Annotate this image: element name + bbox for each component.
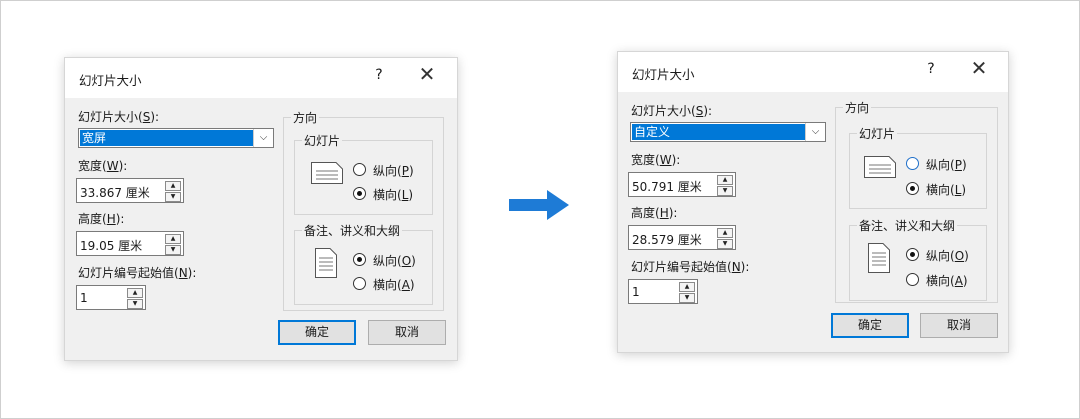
arrow-right-icon [509,190,569,220]
slides-portrait-label: 纵向(P) [373,164,414,178]
slides-landscape-radio[interactable] [353,187,366,200]
notes-landscape-radio[interactable] [906,273,919,286]
slides-portrait-radio[interactable] [906,157,919,170]
size-label: 幻灯片大小(S): [631,104,713,118]
slides-landscape-radio[interactable] [906,182,919,195]
number-down-icon[interactable]: ▼ [127,299,143,309]
notes-portrait-label: 纵向(O) [926,249,969,263]
slides-landscape-label: 横向(L) [373,188,414,202]
height-value: 19.05 厘米 [80,239,143,253]
help-button[interactable]: ? [921,61,941,77]
portrait-page-icon [868,243,890,273]
dialog-title: 幻灯片大小 [632,67,695,82]
width-up-icon[interactable]: ▲ [165,181,181,191]
width-value: 33.867 厘米 [80,186,150,200]
slides-orientation-group: 幻灯片 纵向(P) 横向(L) [849,125,987,209]
notes-portrait-radio[interactable] [906,248,919,261]
ok-button[interactable]: 确定 [278,320,356,345]
number-up-icon[interactable]: ▲ [127,288,143,298]
chevron-down-icon[interactable]: ⌵ [253,129,273,147]
size-label: 幻灯片大小(S): [78,110,160,124]
height-value: 28.579 厘米 [632,233,702,247]
cancel-button[interactable]: 取消 [368,320,446,345]
landscape-page-icon [864,156,896,178]
slides-orientation-group: 幻灯片 纵向(P) 横向(L) [294,132,433,215]
title-bar: 幻灯片大小 ? ✕ [65,58,457,98]
dialog-title: 幻灯片大小 [79,73,142,88]
orientation-title: 方向 [843,99,872,116]
width-up-icon[interactable]: ▲ [717,175,733,185]
notes-orientation-group: 备注、讲义和大纲 纵向(O) 横向(A) [849,217,987,301]
slide-size-dialog-after: 幻灯片大小 ? ✕ 幻灯片大小(S): 自定义 ⌵ 宽度(W): 50.791 … [617,51,1009,353]
number-start-label: 幻灯片编号起始值(N): [78,266,197,280]
height-label: 高度(H): [631,206,678,220]
notes-group-label: 备注、讲义和大纲 [857,217,958,234]
height-up-icon[interactable]: ▲ [165,234,181,244]
slides-portrait-label: 纵向(P) [926,158,967,172]
height-down-icon[interactable]: ▼ [717,239,733,249]
width-down-icon[interactable]: ▼ [165,192,181,202]
slides-group-label: 幻灯片 [857,125,898,142]
height-input[interactable]: 28.579 厘米 ▲ ▼ [628,225,736,250]
width-input[interactable]: 33.867 厘米 ▲ ▼ [76,178,184,203]
orientation-title: 方向 [291,109,320,126]
size-dropdown[interactable]: 宽屏 ⌵ [78,128,274,148]
notes-landscape-radio[interactable] [353,277,366,290]
size-dropdown-value: 宽屏 [80,130,253,146]
size-dropdown-value: 自定义 [632,124,805,140]
notes-landscape-label: 横向(A) [373,278,415,292]
notes-group-label: 备注、讲义和大纲 [302,222,403,239]
slides-portrait-radio[interactable] [353,163,366,176]
number-start-value: 1 [80,291,88,305]
title-bar: 幻灯片大小 ? ✕ [618,52,1008,92]
height-input[interactable]: 19.05 厘米 ▲ ▼ [76,231,184,256]
notes-landscape-label: 横向(A) [926,274,968,288]
notes-portrait-radio[interactable] [353,253,366,266]
help-button[interactable]: ? [369,67,389,83]
width-down-icon[interactable]: ▼ [717,186,733,196]
orientation-group: 方向 幻灯片 纵向(P) 横向(L) 备注、讲义和大纲 纵向(O) 横向(A) [835,99,998,303]
slides-group-label: 幻灯片 [302,132,343,149]
width-value: 50.791 厘米 [632,180,702,194]
width-label: 宽度(W): [631,153,681,167]
number-start-input[interactable]: 1 ▲ ▼ [76,285,146,310]
notes-orientation-group: 备注、讲义和大纲 纵向(O) 横向(A) [294,222,433,305]
number-down-icon[interactable]: ▼ [679,293,695,303]
portrait-page-icon [315,248,337,278]
size-dropdown[interactable]: 自定义 ⌵ [630,122,826,142]
number-start-input[interactable]: 1 ▲ ▼ [628,279,698,304]
number-start-label: 幻灯片编号起始值(N): [631,260,750,274]
slide-size-dialog-before: 幻灯片大小 ? ✕ 幻灯片大小(S): 宽屏 ⌵ 宽度(W): 33.867 厘… [64,57,458,361]
height-down-icon[interactable]: ▼ [165,245,181,255]
slides-landscape-label: 横向(L) [926,183,967,197]
orientation-group: 方向 幻灯片 纵向(P) 横向(L) 备注、讲义和大纲 纵向(O) 横向(A) [283,109,444,311]
close-button[interactable]: ✕ [967,56,991,80]
width-label: 宽度(W): [78,159,128,173]
height-up-icon[interactable]: ▲ [717,228,733,238]
landscape-page-icon [311,162,343,184]
height-label: 高度(H): [78,212,125,226]
number-up-icon[interactable]: ▲ [679,282,695,292]
notes-portrait-label: 纵向(O) [373,254,416,268]
close-button[interactable]: ✕ [415,62,439,86]
width-input[interactable]: 50.791 厘米 ▲ ▼ [628,172,736,197]
ok-button[interactable]: 确定 [831,313,909,338]
number-start-value: 1 [632,285,640,299]
chevron-down-icon[interactable]: ⌵ [805,123,825,141]
cancel-button[interactable]: 取消 [920,313,998,338]
